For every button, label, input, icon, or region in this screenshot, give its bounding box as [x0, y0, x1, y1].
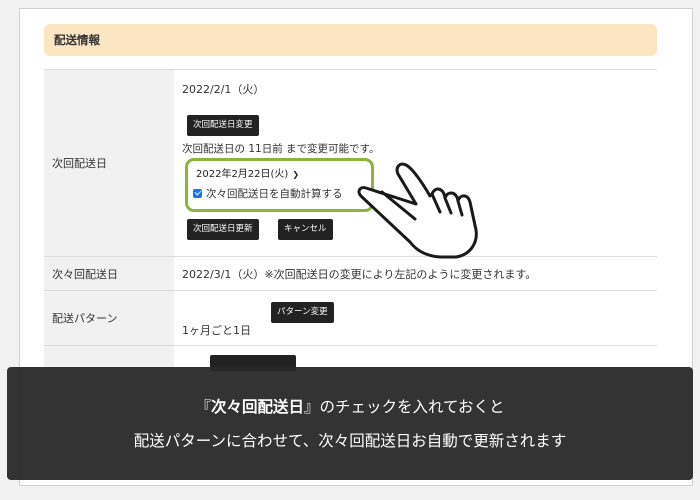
table-row: 配送パターン パターン変更 1ヶ月ごと1日	[44, 290, 657, 346]
caption-line-2: 配送パターンに合わせて、次々回配送日お自動で更新されます	[133, 432, 567, 450]
auto-calc-checkbox[interactable]	[193, 188, 202, 198]
chevron-down-icon: ❯	[292, 170, 300, 179]
caption-line-1: 『次々回配送日』のチェックを入れておくと	[195, 398, 505, 416]
change-next-delivery-button[interactable]: 次回配送日変更	[187, 115, 259, 136]
auto-calc-checkbox-label: 次々回配送日を自動計算する	[206, 188, 343, 200]
pointing-hand-icon	[357, 162, 478, 259]
highlight-frame: 2022年2月22日(火) ❯ 次々回配送日を自動計算する	[185, 158, 374, 212]
delivery-info-table: 次回配送日 2022/2/1（火） 次回配送日変更 次回配送日の 11日前 まで…	[44, 69, 657, 386]
cancel-button[interactable]: キャンセル	[278, 219, 333, 240]
update-next-delivery-button[interactable]: 次回配送日更新	[187, 219, 259, 240]
delivery-pattern-value: 1ヶ月ごと1日	[182, 324, 251, 337]
delivery-pattern-label: 配送パターン	[44, 290, 174, 346]
delivery-date-select[interactable]: 2022年2月22日(火) ❯	[196, 167, 299, 183]
caption-overlay: 『次々回配送日』のチェックを入れておくと 配送パターンに合わせて、次々回配送日お…	[7, 367, 693, 480]
table-row: 次々回配送日 2022/3/1（火）※次回配送日の変更により左記のように変更され…	[44, 256, 657, 291]
next-next-delivery-label: 次々回配送日	[44, 256, 174, 291]
section-title: 配送情報	[44, 24, 657, 56]
change-deadline-note: 次回配送日の 11日前 まで変更可能です。	[182, 143, 380, 155]
change-pattern-button[interactable]: パターン変更	[271, 302, 334, 323]
table-row: 次回配送日 2022/2/1（火） 次回配送日変更 次回配送日の 11日前 まで…	[44, 69, 657, 257]
selected-date-value: 2022年2月22日(火)	[196, 169, 289, 180]
caption-highlight: 次々回配送日	[210, 398, 304, 416]
next-delivery-date: 2022/2/1（火）	[182, 83, 265, 96]
next-delivery-label: 次回配送日	[44, 69, 174, 257]
auto-calc-option[interactable]: 次々回配送日を自動計算する	[193, 186, 343, 202]
